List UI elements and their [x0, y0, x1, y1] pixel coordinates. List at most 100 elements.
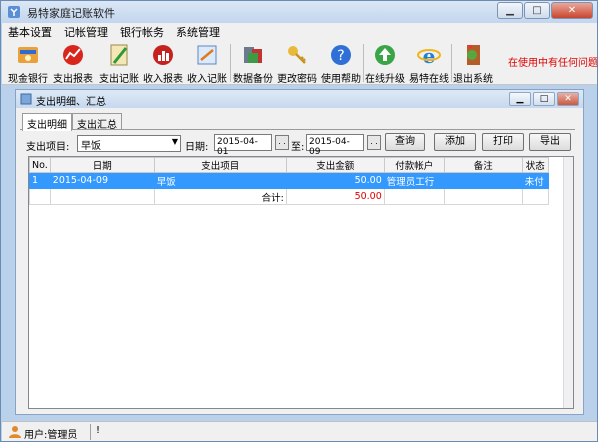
total-label: 合计: — [153, 188, 287, 205]
tab-divider — [20, 129, 575, 130]
date-to-picker-button[interactable]: . . — [367, 135, 381, 150]
status-user: 用户:管理员 — [24, 430, 78, 441]
child-title-bar: 支出明细、汇总 ▁ □ ✕ — [16, 90, 583, 108]
menu-basic-settings[interactable]: 基本设置 — [2, 24, 58, 40]
cash-bank-icon — [18, 47, 38, 63]
window-icon — [20, 93, 32, 105]
expense-grid: No. 日期 支出项目 支出金额 付款帐户 备注 状态 1 2015-04-09… — [28, 156, 574, 409]
cell-empty — [29, 188, 51, 205]
notice-text: 在使用中有任何问题 — [508, 58, 598, 69]
table-header-row: No. 日期 支出项目 支出金额 付款帐户 备注 状态 — [29, 157, 549, 173]
date-to-label: 至: — [291, 142, 305, 153]
column-header-amount[interactable]: 支出金额 — [285, 157, 385, 173]
status-bar: 用户:管理员 ! — [2, 421, 597, 441]
cell-amount: 50.00 — [285, 172, 385, 189]
svg-text:?: ? — [337, 48, 344, 64]
tab-expense-detail[interactable]: 支出明细 — [22, 113, 72, 131]
expense-item-value: 早饭 — [81, 141, 101, 152]
cell-note — [443, 172, 523, 189]
data-backup-button[interactable]: 数据备份 — [232, 41, 274, 85]
child-minimize-button[interactable]: ▁ — [509, 92, 531, 106]
svg-text:e: e — [423, 44, 436, 67]
toolbar-separator — [230, 44, 231, 82]
cell-empty — [521, 188, 549, 205]
income-report-icon — [153, 45, 173, 65]
data-backup-icon — [244, 47, 262, 63]
menu-bank[interactable]: 银行帐务 — [114, 24, 170, 40]
vertical-scrollbar[interactable] — [563, 157, 573, 408]
cash-bank-button[interactable]: 现金银行 — [8, 41, 48, 85]
close-button[interactable]: ✕ — [551, 2, 593, 19]
status-divider — [90, 424, 91, 440]
menu-system[interactable]: 系统管理 — [170, 24, 226, 40]
change-password-button[interactable]: 更改密码 — [276, 41, 318, 85]
query-button[interactable]: 查询 — [385, 133, 425, 151]
export-button[interactable]: 导出 — [529, 133, 571, 151]
date-from-picker-button[interactable]: . . — [275, 135, 289, 150]
toolbar: 现金银行 支出报表 支出记账 收入报表 收入记账 数据备份 更改密码 ? 使用帮… — [2, 41, 598, 85]
expense-report-button[interactable]: 支出报表 — [52, 41, 94, 85]
expense-item-label: 支出项目: — [26, 142, 70, 153]
column-header-date[interactable]: 日期 — [49, 157, 155, 173]
maximize-icon: □ — [539, 94, 549, 104]
child-close-button[interactable]: ✕ — [557, 92, 579, 106]
date-label: 日期: — [185, 142, 209, 153]
tab-expense-summary[interactable]: 支出汇总 — [72, 113, 122, 131]
help-button[interactable]: ? 使用帮助 — [320, 41, 362, 85]
income-report-button[interactable]: 收入报表 — [142, 41, 184, 85]
expense-entry-icon — [110, 44, 128, 66]
menu-accounting[interactable]: 记帐管理 — [58, 24, 114, 40]
close-icon: ✕ — [564, 94, 572, 104]
minimize-icon: ▁ — [506, 5, 514, 16]
title-bar: 易特家庭记账软件 ▁ □ ✕ — [1, 1, 597, 23]
maximize-icon: □ — [532, 5, 542, 16]
minimize-button[interactable]: ▁ — [497, 2, 523, 19]
online-upgrade-icon — [375, 45, 395, 65]
cell-date: 2015-04-09 — [49, 172, 155, 189]
child-title: 支出明细、汇总 — [36, 97, 106, 108]
expense-entry-button[interactable]: 支出记账 — [98, 41, 140, 85]
app-title: 易特家庭记账软件 — [27, 7, 115, 20]
column-header-account[interactable]: 付款帐户 — [383, 157, 445, 173]
expense-detail-window: 支出明细、汇总 ▁ □ ✕ 支出明细 支出汇总 支出项目: 早饭 ▼ 日期: 2… — [15, 89, 584, 415]
income-entry-button[interactable]: 收入记账 — [186, 41, 228, 85]
column-header-status[interactable]: 状态 — [521, 157, 549, 173]
cell-empty — [383, 188, 445, 205]
change-password-icon — [288, 46, 306, 64]
total-value: 50.00 — [285, 188, 385, 205]
cell-empty — [49, 188, 155, 205]
maximize-button[interactable]: □ — [524, 2, 550, 19]
column-header-item[interactable]: 支出项目 — [153, 157, 287, 173]
column-header-note[interactable]: 备注 — [443, 157, 523, 173]
expense-table: No. 日期 支出项目 支出金额 付款帐户 备注 状态 1 2015-04-09… — [29, 157, 549, 205]
minimize-icon: ▁ — [516, 94, 524, 104]
cell-item: 早饭 — [153, 172, 287, 189]
user-icon — [9, 426, 21, 438]
cell-status: 未付 — [521, 172, 549, 189]
date-from-input[interactable]: 2015-04-01 — [214, 134, 272, 157]
exit-icon — [467, 45, 480, 65]
cell-empty — [443, 188, 523, 205]
table-row[interactable]: 1 2015-04-09 早饭 50.00 管理员工行 未付 — [29, 172, 549, 189]
exit-button[interactable]: 退出系统 — [452, 41, 494, 85]
menu-bar: 基本设置 记帐管理 银行帐务 系统管理 — [2, 23, 597, 41]
expense-item-select[interactable]: 早饭 ▼ — [77, 135, 181, 152]
app-logo-icon — [8, 6, 20, 18]
column-header-no[interactable]: No. — [29, 157, 51, 173]
add-button[interactable]: 添加 — [434, 133, 476, 151]
cell-no: 1 — [29, 172, 51, 189]
ie-browser-icon: e — [417, 44, 441, 67]
date-to-input[interactable]: 2015-04-09 — [306, 134, 364, 157]
child-maximize-button[interactable]: □ — [533, 92, 555, 106]
status-mark: ! — [96, 425, 101, 436]
online-upgrade-button[interactable]: 在线升级 — [364, 41, 406, 85]
close-icon: ✕ — [567, 5, 577, 16]
cell-account: 管理员工行 — [383, 172, 445, 189]
chevron-down-icon: ▼ — [171, 137, 178, 146]
help-icon: ? — [331, 45, 351, 65]
income-entry-icon — [197, 45, 217, 65]
total-row: 合计: 50.00 — [29, 188, 549, 205]
app-window: 易特家庭记账软件 ▁ □ ✕ 基本设置 记帐管理 银行帐务 系统管理 现金银行 … — [0, 0, 598, 442]
print-button[interactable]: 打印 — [482, 133, 524, 151]
ie-online-button[interactable]: e 易特在线 — [408, 41, 450, 85]
